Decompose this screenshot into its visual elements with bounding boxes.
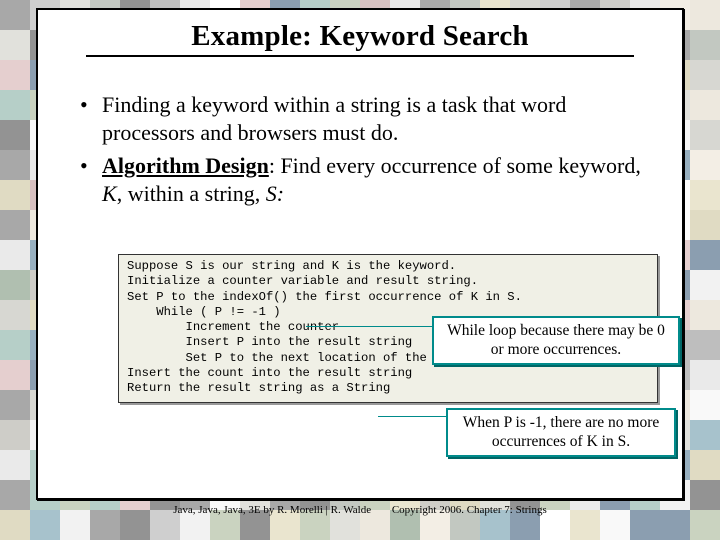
code-line: Set P to the indexOf() the first occurre… — [127, 290, 522, 304]
code-line: While ( P != -1 ) — [127, 305, 281, 319]
bullet-var: S: — [266, 181, 284, 206]
footer-credits: Java, Java, Java, 3E by R. Morelli | R. … — [173, 504, 371, 516]
callout-text: When P is -1, there are no more occurren… — [463, 414, 660, 450]
code-line: Insert the count into the result string — [127, 366, 412, 380]
bullet-item: Algorithm Design: Find every occurrence … — [74, 152, 652, 207]
code-line: Insert P into the result string — [127, 335, 412, 349]
bullet-bold: Algorithm Design — [102, 153, 269, 178]
callout-while-loop: While loop because there may be 0 or mor… — [432, 316, 680, 365]
callout-text: While loop because there may be 0 or mor… — [447, 322, 665, 358]
callout-connector — [306, 326, 434, 327]
callout-terminate: When P is -1, there are no more occurren… — [446, 408, 676, 457]
bullet-text: : Find every occurrence of some keyword, — [269, 153, 641, 178]
code-line: Increment the counter — [127, 320, 339, 334]
bullet-list: Finding a keyword within a string is a t… — [74, 91, 652, 207]
slide-title: Example: Keyword Search — [86, 20, 634, 57]
callout-connector — [378, 416, 448, 417]
bullet-item: Finding a keyword within a string is a t… — [74, 91, 652, 146]
slide-frame: Example: Keyword Search Finding a keywor… — [36, 8, 684, 500]
slide-footer: Java, Java, Java, 3E by R. Morelli | R. … — [0, 504, 720, 516]
bullet-var: K — [102, 181, 117, 206]
code-line: Return the result string as a String — [127, 381, 390, 395]
bullet-text: Finding a keyword within a string is a t… — [102, 92, 566, 145]
code-line: Suppose S is our string and K is the key… — [127, 259, 456, 273]
code-line: Initialize a counter variable and result… — [127, 274, 478, 288]
slide-body: Finding a keyword within a string is a t… — [38, 57, 682, 207]
footer-chapter: Copyright 2006. Chapter 7: Strings — [392, 504, 547, 516]
bullet-text: , within a string, — [117, 181, 266, 206]
